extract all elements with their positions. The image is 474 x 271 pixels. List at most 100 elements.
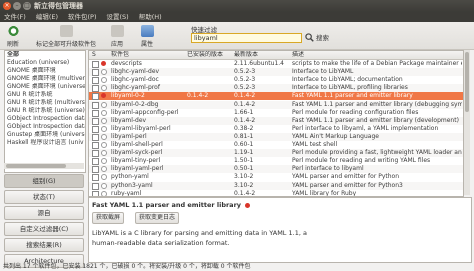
table-row[interactable]: libyaml-syck-perl 1.19-1 Perl module provi…: [89, 149, 463, 158]
package-description: Interface to LibYAML: [292, 68, 354, 76]
maximize-icon[interactable]: □: [23, 2, 31, 10]
package-status-icon: [101, 77, 107, 84]
table-row[interactable]: python3-yaml 3.10-2 YAML parser and emitte…: [89, 181, 463, 190]
row-checkbox[interactable]: [92, 77, 99, 85]
menu-package[interactable]: 软件包(P): [68, 12, 97, 22]
row-checkbox[interactable]: [92, 125, 99, 133]
section-item[interactable]: GNOME 桌面环境 (universe): [5, 83, 85, 91]
reload-button[interactable]: 刷新: [3, 25, 23, 48]
header-latest[interactable]: 最新版本: [234, 51, 258, 59]
row-checkbox[interactable]: [92, 174, 99, 182]
row-checkbox[interactable]: [92, 85, 99, 93]
table-row[interactable]: libyaml-libyaml-perl 0.38-2 Perl interface…: [89, 125, 463, 133]
header-description[interactable]: 描述: [292, 51, 304, 59]
table-row[interactable]: libyaml-perl 0.81-1 YAML Ain't Markup Lang…: [89, 132, 463, 141]
row-checkbox[interactable]: [92, 158, 99, 166]
filter-custom-button[interactable]: 自定义过滤器(C): [4, 222, 84, 236]
table-row[interactable]: libghc-yaml-dev 0.5.2-3 Interface to LibYA…: [89, 68, 463, 77]
table-row[interactable]: libyaml-shell-perl 0.60-1 YAML test shell: [89, 141, 463, 149]
filter-status-button[interactable]: 状态(T): [4, 190, 84, 204]
table-scrollbar[interactable]: [464, 50, 470, 195]
latest-version: 1.19-1: [234, 149, 254, 157]
section-item[interactable]: GNU R 统计系统 (universe): [5, 107, 85, 115]
filter-groups-button[interactable]: 组别(G): [4, 174, 84, 188]
filter-origin-button[interactable]: 源自: [4, 206, 84, 220]
row-checkbox[interactable]: [92, 109, 99, 117]
package-status-icon: [101, 142, 107, 148]
header-package[interactable]: 软件包: [111, 51, 129, 59]
row-checkbox[interactable]: [92, 69, 99, 77]
header-installed[interactable]: 已安装的版本: [187, 51, 223, 59]
row-checkbox[interactable]: [92, 150, 99, 158]
title-bar: × – □ 新立得包管理器: [0, 0, 474, 12]
table-row[interactable]: libyaml-appconfig-perl 1.66-1 Perl module …: [89, 109, 463, 117]
section-item[interactable]: GObject Introspection data: [5, 123, 85, 131]
scrollbar-thumb[interactable]: [465, 52, 469, 112]
package-description: Fast YAML 1.1 parser and emitter library: [292, 92, 413, 100]
table-row[interactable]: libyaml-0-2 0.1.4-2 0.1.4-2 Fast YAML 1.1 p…: [89, 92, 463, 101]
package-name: libghc-yaml-dev: [111, 68, 160, 76]
package-table[interactable]: S 软件包 已安装的版本 最新版本 描述 devscripts 2.11.6ubu…: [88, 50, 464, 197]
apply-button[interactable]: 应用: [107, 25, 127, 48]
quick-filter-input[interactable]: [191, 33, 302, 43]
window-title: 新立得包管理器: [34, 2, 83, 10]
section-item[interactable]: Education (universe): [5, 59, 85, 67]
row-checkbox[interactable]: [92, 182, 99, 190]
section-item[interactable]: Haskell 程序设计语言 (univ: [5, 139, 85, 147]
row-checkbox[interactable]: [92, 61, 99, 68]
table-row[interactable]: libyaml-tiny-perl 1.50-1 Perl module for r…: [89, 157, 463, 166]
minimize-icon[interactable]: –: [13, 2, 21, 10]
row-checkbox[interactable]: [92, 142, 99, 149]
scrollbar-thumb[interactable]: [6, 164, 66, 168]
section-item[interactable]: GNOME 桌面环境: [5, 67, 85, 75]
package-description: Fast YAML 1.1 parser and emitter library…: [292, 116, 459, 124]
row-checkbox[interactable]: [92, 117, 99, 125]
latest-version: 1.50-1: [234, 157, 254, 165]
mark-all-label: 标记全部可升级软件包: [35, 41, 96, 48]
row-checkbox[interactable]: [92, 133, 99, 141]
mark-all-upgrades-button[interactable]: 标记全部可升级软件包: [25, 25, 107, 48]
filter-search-results-button[interactable]: 搜索结果(R): [4, 238, 84, 252]
section-item[interactable]: GNU R 统计系统: [5, 91, 85, 99]
table-row[interactable]: python-yaml 3.10-2 YAML parser and emitter…: [89, 173, 463, 182]
package-status-icon: [101, 174, 107, 181]
row-checkbox[interactable]: [92, 93, 99, 101]
get-screenshot-button[interactable]: 获取截屏: [92, 212, 125, 224]
table-row[interactable]: libyaml-0-2-dbg 0.1.4-2 Fast YAML 1.1 pars…: [89, 100, 463, 109]
close-icon[interactable]: ×: [3, 2, 11, 10]
row-checkbox[interactable]: [92, 101, 99, 109]
section-list[interactable]: 全部 Education (universe) GNOME 桌面环境 GNOME…: [4, 50, 86, 173]
menu-settings[interactable]: 设置(S): [107, 12, 129, 22]
section-list-scrollbar[interactable]: [4, 163, 84, 169]
section-item[interactable]: GObject Introspection data: [5, 115, 85, 123]
reload-icon: [6, 25, 20, 37]
header-status[interactable]: S: [92, 51, 96, 59]
properties-button[interactable]: 属性: [136, 25, 158, 48]
table-row[interactable]: devscripts 2.11.6ubuntu1.4 scripts to make…: [89, 60, 463, 68]
section-item[interactable]: Gnustep 桌面环境 (universe: [5, 131, 85, 139]
table-row[interactable]: libghc-yaml-doc 0.5.2-3 Interface to LibYA…: [89, 76, 463, 85]
menu-help[interactable]: 帮助(H): [139, 12, 162, 22]
package-description: YAML parser and emitter for Python: [292, 173, 399, 181]
table-row[interactable]: libyaml-dev 0.1.4-2 Fast YAML 1.1 parser a…: [89, 116, 463, 125]
get-changelog-button[interactable]: 获取变更日志: [135, 212, 180, 224]
latest-version: 0.81-1: [234, 132, 254, 140]
latest-version: 0.50-1: [234, 165, 254, 173]
row-checkbox[interactable]: [92, 166, 99, 174]
package-status-icon: [101, 101, 107, 108]
latest-version: 0.1.4-2: [234, 100, 256, 108]
search-button[interactable]: 搜索: [305, 32, 329, 42]
section-item[interactable]: GNU R 统计系统 (multivers: [5, 99, 85, 107]
table-row[interactable]: libyaml-yaml-perl 0.50-1 Perl interface to…: [89, 165, 463, 174]
package-status-icon: [101, 190, 107, 196]
package-description: YAML parser and emitter for Python3: [292, 181, 403, 189]
package-name: libyaml-0-2-dbg: [111, 100, 159, 108]
table-row[interactable]: ruby-yaml 0.1.4-2 YAML library for Ruby: [89, 190, 463, 196]
section-item[interactable]: GNOME 桌面环境 (multiver: [5, 75, 85, 83]
menu-file[interactable]: 文件(F): [4, 12, 26, 22]
package-name: libghc-yaml-prof: [111, 84, 160, 92]
package-name: devscripts: [111, 60, 142, 67]
table-row[interactable]: libghc-yaml-prof 0.5.2-3 Interface to LibY…: [89, 84, 463, 93]
section-item-all[interactable]: 全部: [5, 51, 85, 59]
menu-edit[interactable]: 编辑(E): [36, 12, 58, 22]
